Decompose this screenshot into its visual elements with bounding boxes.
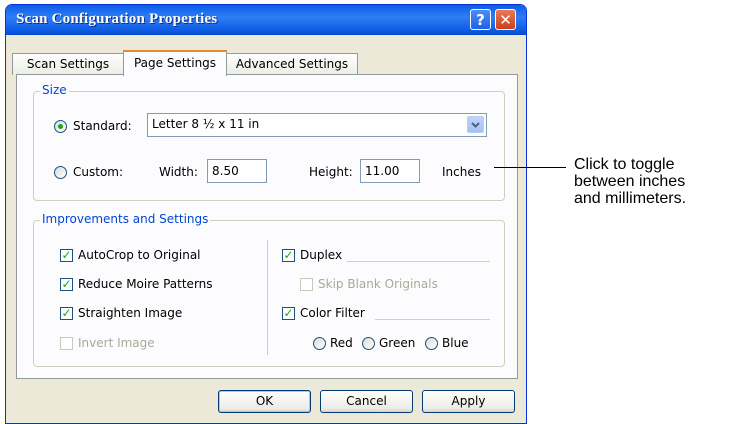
invert-image-label[interactable]: Invert Image	[78, 336, 155, 350]
blue-radio[interactable]	[425, 337, 438, 350]
height-field[interactable]: 11.00	[360, 159, 420, 183]
callout-text: Click to toggle between inches and milli…	[574, 156, 724, 207]
color-filter-separator	[375, 319, 490, 320]
close-button[interactable]: ✕	[495, 9, 516, 30]
improvements-legend: Improvements and Settings	[40, 212, 211, 226]
column-divider	[267, 240, 268, 355]
straighten-label[interactable]: Straighten Image	[78, 306, 182, 320]
standard-label[interactable]: Standard:	[73, 119, 132, 133]
duplex-label[interactable]: Duplex	[300, 248, 342, 262]
chevron-down-icon[interactable]	[467, 116, 484, 133]
callout-line-1: Click to toggle	[574, 156, 675, 173]
dialog-window: Scan Configuration Properties ? ✕ Scan S…	[5, 4, 527, 424]
size-group	[33, 91, 505, 201]
straighten-checkbox[interactable]: ✓	[60, 307, 73, 320]
standard-radio[interactable]	[54, 120, 67, 133]
duplex-checkbox[interactable]: ✓	[282, 249, 295, 262]
width-field[interactable]: 8.50	[207, 159, 267, 183]
tab-page-settings[interactable]: Page Settings	[123, 50, 227, 76]
height-label: Height:	[309, 165, 353, 179]
blue-label[interactable]: Blue	[442, 336, 469, 350]
red-radio[interactable]	[313, 337, 326, 350]
callout-line-2: between inches	[574, 173, 686, 190]
tab-scan-settings[interactable]: Scan Settings	[12, 53, 124, 75]
title-bar[interactable]: Scan Configuration Properties ? ✕	[6, 5, 526, 35]
callout-line	[494, 167, 566, 168]
tab-advanced-settings[interactable]: Advanced Settings	[226, 53, 358, 75]
custom-radio[interactable]	[54, 166, 67, 179]
standard-page-size-select[interactable]: Letter 8 ½ x 11 in	[147, 113, 487, 137]
help-button[interactable]: ?	[470, 9, 491, 30]
invert-image-checkbox[interactable]	[60, 337, 73, 350]
standard-page-size-value: Letter 8 ½ x 11 in	[152, 117, 260, 131]
callout-line-3: and millimeters.	[574, 190, 687, 207]
autocrop-checkbox[interactable]: ✓	[60, 249, 73, 262]
width-label: Width:	[159, 165, 198, 179]
reduce-moire-label[interactable]: Reduce Moire Patterns	[78, 277, 213, 291]
green-radio[interactable]	[362, 337, 375, 350]
reduce-moire-checkbox[interactable]: ✓	[60, 278, 73, 291]
custom-label[interactable]: Custom:	[73, 165, 123, 179]
ok-button[interactable]: OK	[218, 390, 311, 413]
color-filter-checkbox[interactable]: ✓	[282, 307, 295, 320]
color-filter-label[interactable]: Color Filter	[300, 306, 365, 320]
cancel-button[interactable]: Cancel	[320, 390, 413, 413]
units-toggle[interactable]: Inches	[442, 165, 481, 179]
apply-button[interactable]: Apply	[422, 390, 515, 413]
red-label[interactable]: Red	[330, 336, 353, 350]
tab-panel: Size Standard: Letter 8 ½ x 11 in Custom…	[16, 74, 518, 379]
skip-blank-checkbox[interactable]	[300, 278, 313, 291]
size-legend: Size	[40, 83, 69, 97]
window-title: Scan Configuration Properties	[16, 11, 218, 27]
autocrop-label[interactable]: AutoCrop to Original	[78, 248, 201, 262]
green-label[interactable]: Green	[379, 336, 415, 350]
duplex-separator	[347, 261, 490, 262]
skip-blank-label[interactable]: Skip Blank Originals	[318, 277, 438, 291]
